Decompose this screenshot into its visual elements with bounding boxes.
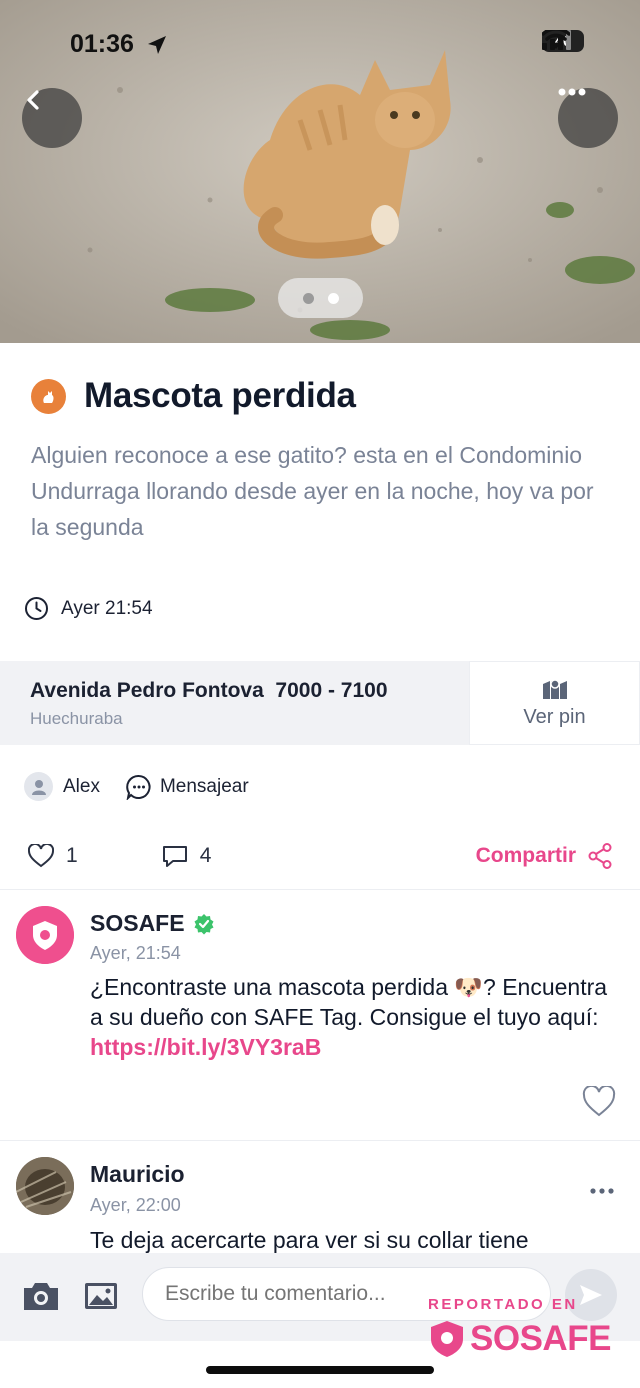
share-icon — [588, 843, 612, 869]
comment-icon — [162, 846, 187, 867]
share-button[interactable]: Compartir — [476, 843, 612, 869]
ellipsis-icon — [590, 1188, 614, 1194]
watermark-caption: REPORTADO EN — [428, 1296, 578, 1313]
heart-outline-icon — [582, 1084, 616, 1117]
camera-icon — [24, 1283, 58, 1310]
sosafe-watermark: REPORTADO EN SOSAFE — [428, 1296, 611, 1359]
message-button[interactable]: Mensajear — [126, 774, 249, 800]
sosafe-shield-icon — [16, 906, 74, 964]
wifi-icon — [542, 30, 570, 49]
status-time: 01:36 — [70, 30, 134, 58]
status-indicators: 40 — [542, 30, 584, 52]
comment-body: ¿Encontraste una mascota perdida 🐶? Encu… — [90, 974, 608, 1030]
photo-pager[interactable] — [278, 278, 363, 318]
mauricio-avatar[interactable] — [16, 1157, 74, 1215]
gallery-button[interactable] — [83, 1280, 119, 1317]
post-title-row: Mascota perdida — [31, 376, 356, 416]
address-line: Avenida Pedro Fontova 7000 - 7100 — [30, 679, 388, 702]
ellipsis-icon — [558, 88, 586, 96]
more-options-button[interactable] — [558, 88, 618, 148]
home-indicator[interactable] — [206, 1366, 434, 1374]
chevron-left-icon — [27, 90, 39, 110]
comment-item: Mauricio Ayer, 22:00 Te deja acercarte p… — [0, 1141, 640, 1253]
post-title: Mascota perdida — [84, 376, 356, 415]
camera-button[interactable] — [22, 1280, 60, 1317]
address-block: Avenida Pedro Fontova 7000 - 7100 Huechu… — [0, 661, 469, 745]
back-button[interactable] — [22, 88, 82, 148]
comment-author[interactable]: SOSAFE — [90, 910, 215, 937]
sosafe-avatar[interactable] — [16, 906, 74, 964]
post-stats: 1 4 Compartir — [28, 843, 612, 869]
ver-pin-button[interactable]: Ver pin — [469, 661, 640, 745]
comment-like-button[interactable] — [582, 1084, 616, 1122]
user-avatar-icon[interactable] — [24, 772, 53, 801]
post-time-row: Ayer 21:54 — [24, 596, 153, 621]
comment-text: ¿Encontraste una mascota perdida 🐶? Encu… — [90, 972, 620, 1062]
clock-icon — [25, 597, 48, 620]
comment-time: Ayer, 22:00 — [90, 1195, 181, 1215]
chat-bubble-icon — [126, 774, 151, 800]
like-button[interactable]: 1 — [28, 844, 78, 868]
comments-button[interactable]: 4 — [162, 844, 212, 868]
comment-author[interactable]: Mauricio — [90, 1161, 185, 1188]
comment-item: SOSAFE Ayer, 21:54 ¿Encontraste una masc… — [0, 890, 640, 1140]
comment-count: 4 — [199, 844, 212, 867]
comment-time: Ayer, 21:54 — [90, 943, 181, 963]
watermark-brand: SOSAFE — [428, 1319, 611, 1359]
comment-more-button[interactable] — [590, 1181, 614, 1199]
comment-author-name: SOSAFE — [90, 910, 185, 936]
map-pin-icon — [542, 678, 567, 699]
post-time: Ayer 21:54 — [61, 597, 153, 619]
ver-pin-label: Ver pin — [523, 705, 586, 728]
image-icon — [85, 1283, 117, 1309]
pager-dot-active[interactable] — [327, 292, 339, 304]
author-row: Alex Mensajear — [24, 772, 249, 801]
share-label: Compartir — [475, 844, 576, 867]
comment-author-name: Mauricio — [90, 1161, 185, 1187]
like-count: 1 — [66, 844, 78, 867]
comment-link[interactable]: https://bit.ly/3VY3raB — [90, 1034, 321, 1060]
hero-photo[interactable]: 01:36 40 — [0, 0, 640, 343]
commune-name: Huechuraba — [30, 709, 123, 728]
cat-icon — [31, 378, 66, 414]
post-description: Alguien reconoce a ese gatito? esta en e… — [31, 442, 594, 540]
heart-icon — [28, 844, 54, 868]
sosafe-logo-icon — [431, 1321, 463, 1357]
author-name[interactable]: Alex — [63, 776, 100, 798]
watermark-brand-text: SOSAFE — [470, 1319, 611, 1358]
comment-text: Te deja acercarte para ver si su collar … — [90, 1227, 529, 1253]
pager-dot[interactable] — [302, 292, 314, 304]
location-arrow-icon — [148, 36, 166, 54]
verified-badge-icon — [194, 913, 214, 934]
message-label: Mensajear — [159, 775, 249, 797]
